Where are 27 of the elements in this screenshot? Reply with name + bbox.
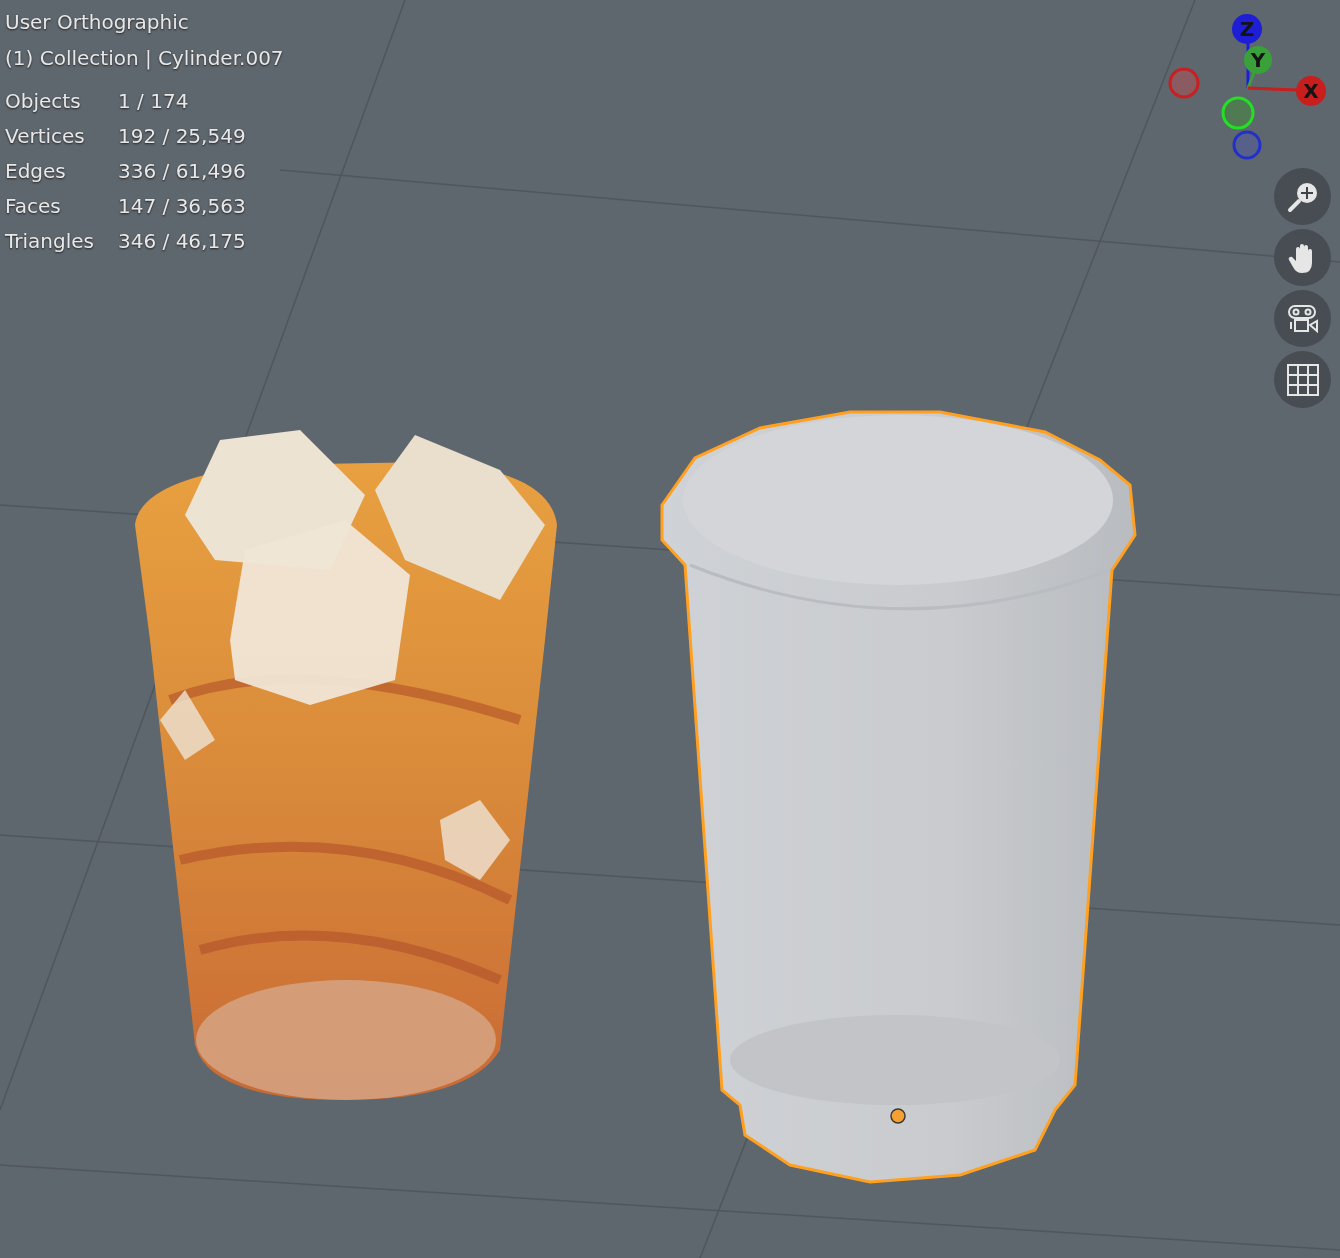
grid-icon: [1286, 363, 1319, 396]
stat-label: Edges: [5, 158, 67, 185]
view-name: User Orthographic: [5, 9, 189, 36]
movie-camera-icon: [1285, 302, 1320, 335]
negative-axis-handle[interactable]: [1221, 96, 1255, 130]
negative-axis-handle[interactable]: [1168, 67, 1200, 99]
axis-label: Z: [1239, 17, 1255, 41]
stat-value: 192 / 25,549: [118, 123, 246, 150]
axis-dot[interactable]: [1296, 76, 1326, 106]
stat-label: Vertices: [5, 123, 86, 150]
stat-value: 1 / 174: [118, 88, 190, 115]
negative-axis-handle[interactable]: [1232, 130, 1262, 160]
viewport-nav-button[interactable]: [1274, 168, 1331, 225]
viewport-nav-button[interactable]: [1274, 351, 1331, 408]
active-object-label: (1) Collection | Cylinder.007: [5, 45, 284, 72]
stat-label: Triangles: [5, 228, 95, 255]
axis-label: X: [1303, 79, 1319, 103]
stat-value: 336 / 61,496: [118, 158, 246, 185]
axis-dot[interactable]: [1244, 46, 1272, 74]
axis-dot[interactable]: [1232, 14, 1262, 44]
stat-value: 346 / 46,175: [118, 228, 246, 255]
stat-label: Faces: [5, 193, 62, 220]
stat-label: Objects: [5, 88, 82, 115]
stat-value: 147 / 36,563: [118, 193, 246, 220]
viewport-nav-button[interactable]: [1274, 290, 1331, 347]
axis-label: Y: [1250, 48, 1266, 72]
viewport-nav-button[interactable]: [1274, 229, 1331, 286]
